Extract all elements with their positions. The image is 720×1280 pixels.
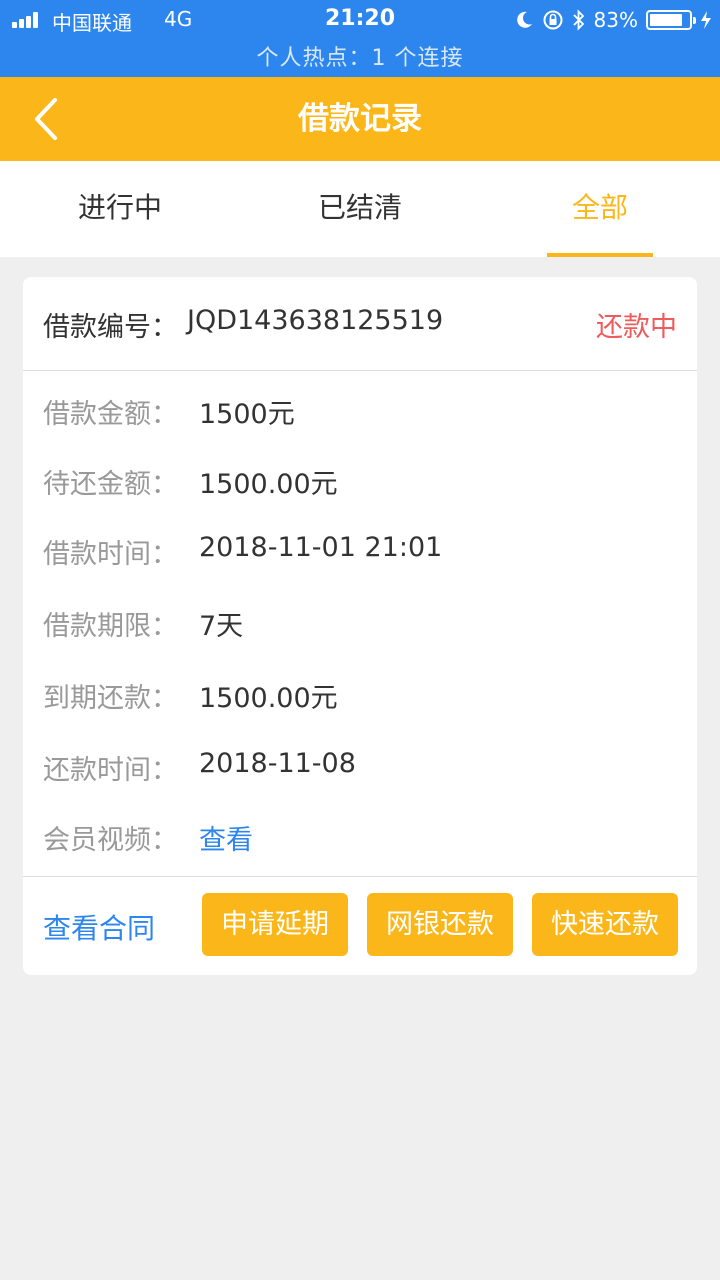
detail-label: 还款时间： bbox=[43, 755, 178, 786]
detail-value: 1500.00元 bbox=[199, 683, 338, 714]
loan-card-actions: 查看合同 申请延期 网银还款 快速还款 bbox=[23, 876, 697, 975]
loan-number: JQD143638125519 bbox=[187, 305, 444, 336]
status-row: 中国联通 4G 21:20 83% bbox=[0, 0, 720, 40]
detail-label: 借款金额： bbox=[43, 399, 178, 430]
loan-status-badge: 还款中 bbox=[596, 312, 677, 343]
tab-in-progress[interactable]: 进行中 bbox=[0, 161, 240, 257]
tab-bar: 进行中 已结清 全部 bbox=[0, 161, 720, 257]
detail-value: 1500元 bbox=[199, 399, 295, 430]
detail-label: 待还金额： bbox=[43, 469, 178, 500]
bluetooth-icon bbox=[572, 9, 584, 31]
hotspot-banner[interactable]: 个人热点：1 个连接 bbox=[0, 40, 720, 72]
view-contract-link[interactable]: 查看合同 bbox=[43, 907, 155, 947]
charging-icon bbox=[701, 11, 711, 29]
detail-label: 借款期限： bbox=[43, 611, 178, 642]
detail-label: 借款时间： bbox=[43, 539, 178, 570]
status-bar: 中国联通 4G 21:20 83% 个人热点：1 个连接 bbox=[0, 0, 720, 77]
battery-icon bbox=[646, 10, 696, 30]
apply-extension-button[interactable]: 申请延期 bbox=[202, 893, 348, 956]
detail-label: 到期还款： bbox=[43, 683, 178, 714]
loan-number-label: 借款编号： bbox=[43, 312, 178, 343]
bank-repay-button[interactable]: 网银还款 bbox=[367, 893, 513, 956]
detail-value: 1500.00元 bbox=[199, 469, 338, 500]
detail-value: 2018-11-08 bbox=[199, 748, 356, 779]
tab-all[interactable]: 全部 bbox=[480, 161, 720, 257]
tab-settled[interactable]: 已结清 bbox=[240, 161, 480, 257]
detail-value: 2018-11-01 21:01 bbox=[199, 532, 443, 563]
rotation-lock-icon bbox=[543, 10, 563, 30]
member-video-link[interactable]: 查看 bbox=[199, 818, 253, 857]
status-icons: 83% bbox=[514, 6, 712, 34]
detail-value: 7天 bbox=[199, 611, 244, 642]
nav-bar: 借款记录 bbox=[0, 77, 720, 161]
loan-card: 借款编号： JQD143638125519 还款中 借款金额： 1500元 待还… bbox=[23, 277, 697, 975]
quick-repay-button[interactable]: 快速还款 bbox=[532, 893, 678, 956]
battery-fill bbox=[650, 14, 682, 26]
loan-card-header: 借款编号： JQD143638125519 还款中 bbox=[23, 277, 697, 371]
detail-label: 会员视频： bbox=[43, 825, 178, 856]
moon-icon bbox=[516, 11, 532, 28]
chevron-left-icon bbox=[35, 98, 57, 140]
battery-percent: 83% bbox=[593, 8, 638, 32]
page-title: 借款记录 bbox=[298, 101, 422, 137]
back-button[interactable] bbox=[22, 95, 70, 143]
